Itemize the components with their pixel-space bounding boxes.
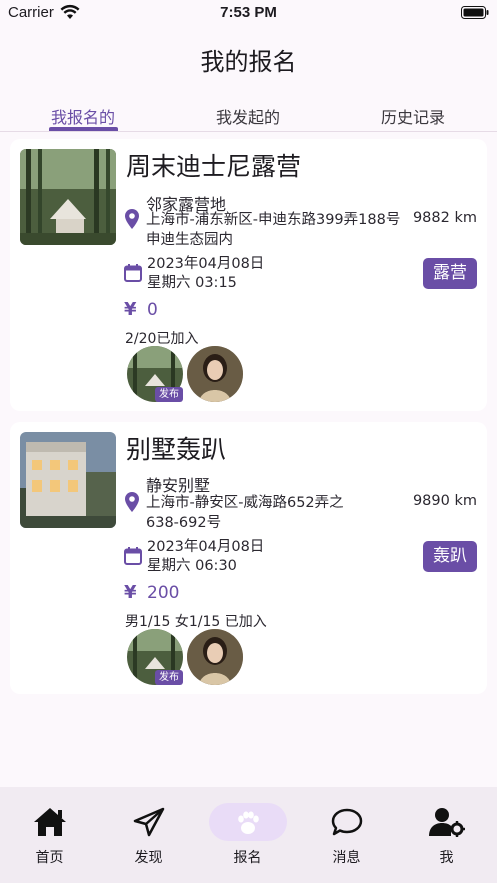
event-card[interactable]: 周末迪士尼露营 邻家露营地 上海市-浦东新区-申迪东路399弄188号申迪生态园… bbox=[10, 139, 487, 411]
nav-home[interactable]: 首页 bbox=[0, 787, 99, 883]
joined-count: 2/20已加入 bbox=[125, 331, 199, 347]
location-pin-icon bbox=[125, 492, 139, 512]
page-title: 我的报名 bbox=[200, 48, 297, 76]
nav-home-label: 首页 bbox=[35, 850, 64, 866]
nav-me-label: 我 bbox=[439, 850, 454, 866]
event-weekday-time: 星期六 03:15 bbox=[147, 275, 237, 291]
send-icon bbox=[133, 807, 164, 837]
event-thumbnail bbox=[20, 432, 116, 528]
tab-my-signups[interactable]: 我报名的 bbox=[33, 104, 133, 128]
event-distance: 9890 km bbox=[412, 493, 477, 509]
joined-count: 男1/15 女1/15 已加入 bbox=[125, 614, 267, 630]
event-date: 2023年04月08日 bbox=[147, 539, 265, 555]
active-tab-indicator bbox=[49, 127, 118, 131]
avatar[interactable] bbox=[187, 629, 243, 685]
nav-messages[interactable]: 消息 bbox=[297, 787, 396, 883]
nav-discover[interactable]: 发现 bbox=[99, 787, 198, 883]
event-title: 别墅轰趴 bbox=[126, 435, 227, 464]
status-bar: Carrier 7:53 PM bbox=[0, 0, 497, 26]
battery-icon bbox=[461, 6, 489, 19]
event-date: 2023年04月08日 bbox=[147, 256, 265, 272]
calendar-icon bbox=[124, 547, 142, 565]
nav-signup-label: 报名 bbox=[233, 850, 262, 866]
nav-me[interactable]: 我 bbox=[396, 787, 497, 883]
location-pin-icon bbox=[125, 209, 139, 229]
user-settings-icon bbox=[428, 808, 465, 837]
event-address: 上海市-浦东新区-申迪东路399弄188号申迪生态园内 bbox=[146, 212, 401, 248]
avatar[interactable] bbox=[187, 346, 243, 402]
publisher-badge: 发布 bbox=[155, 387, 183, 402]
event-price: 0 bbox=[147, 300, 158, 320]
nav-discover-label: 发现 bbox=[134, 850, 163, 866]
event-thumbnail bbox=[20, 149, 116, 245]
event-category-tag[interactable]: 轰趴 bbox=[423, 541, 477, 572]
bottom-navigation: 首页 发现 报名 消息 我 bbox=[0, 787, 497, 883]
paw-icon bbox=[237, 811, 259, 834]
currency-symbol: ¥ bbox=[124, 299, 137, 320]
event-card[interactable]: 别墅轰趴 静安别墅 上海市-静安区-威海路652弄之638-692号 9890 … bbox=[10, 422, 487, 694]
event-distance: 9882 km bbox=[412, 210, 477, 226]
publisher-badge: 发布 bbox=[155, 670, 183, 685]
event-title: 周末迪士尼露营 bbox=[126, 152, 302, 181]
tab-my-initiated[interactable]: 我发起的 bbox=[198, 104, 298, 128]
status-time: 7:53 PM bbox=[220, 4, 277, 21]
event-price: 200 bbox=[147, 583, 180, 603]
nav-messages-label: 消息 bbox=[332, 850, 361, 866]
event-weekday-time: 星期六 06:30 bbox=[147, 558, 237, 574]
nav-signup[interactable]: 报名 bbox=[198, 787, 297, 883]
tab-history[interactable]: 历史记录 bbox=[363, 104, 463, 128]
calendar-icon bbox=[124, 264, 142, 282]
home-icon bbox=[33, 808, 66, 836]
chat-bubble-icon bbox=[331, 808, 362, 836]
event-address: 上海市-静安区-威海路652弄之638-692号 bbox=[146, 495, 344, 531]
tab-bar: 我报名的 我发起的 历史记录 bbox=[0, 100, 497, 132]
currency-symbol: ¥ bbox=[124, 582, 137, 603]
event-category-tag[interactable]: 露营 bbox=[423, 258, 477, 289]
